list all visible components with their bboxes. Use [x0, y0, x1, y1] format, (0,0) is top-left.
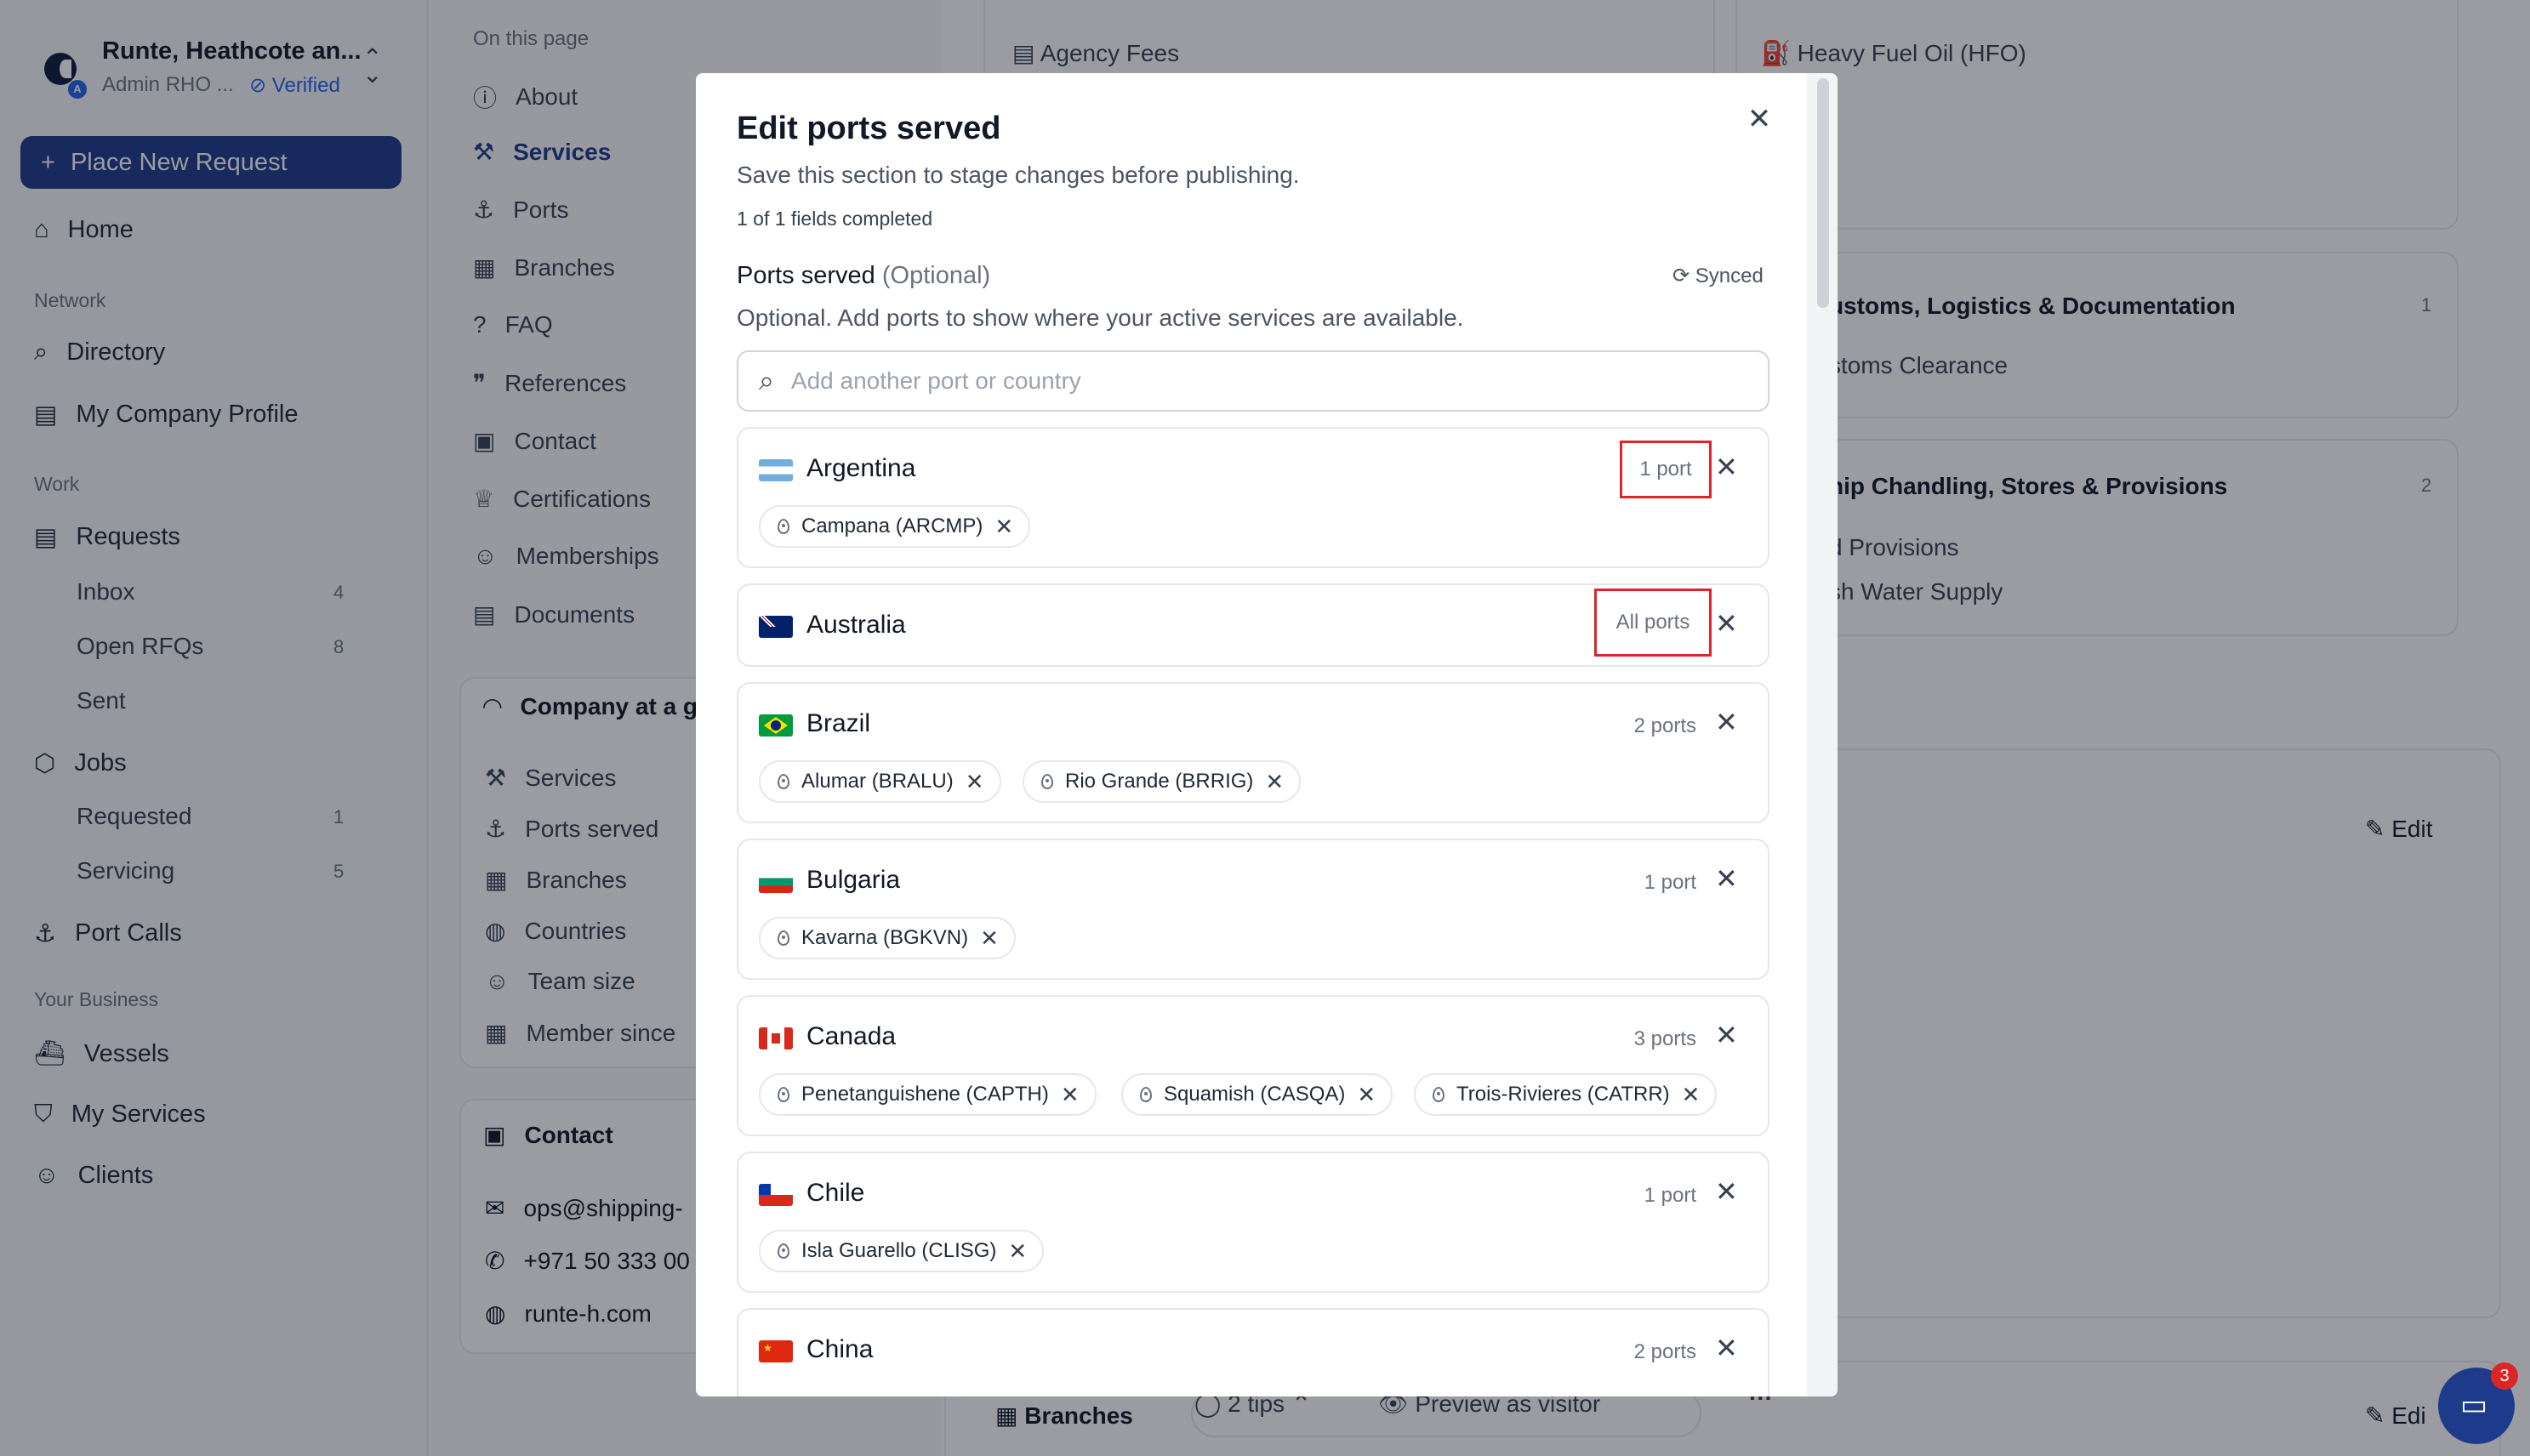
country-name: Argentina: [806, 454, 916, 482]
refresh-icon: ⟳: [1672, 264, 1690, 287]
search-icon: ⌕: [759, 365, 774, 395]
port-chip: Campana (ARCMP) ✕: [759, 505, 1031, 548]
port-chip: Alumar (BRALU) ✕: [759, 760, 1001, 803]
edit-ports-modal: Edit ports served Save this section to s…: [696, 73, 1838, 1396]
country-name: China: [806, 1335, 874, 1363]
port-count-selector[interactable]: 2 ports: [1589, 1340, 1696, 1364]
flag-chile-icon: [759, 1184, 793, 1206]
port-count-selector[interactable]: 1 port: [1589, 871, 1696, 895]
port-chip-label: Isla Guarello (CLISG): [801, 1239, 997, 1262]
port-count-selector[interactable]: 2 ports: [1589, 714, 1696, 738]
remove-port-icon[interactable]: ✕: [1682, 1082, 1701, 1108]
flag-brazil-icon: [759, 714, 793, 737]
country-card-bulgaria: Bulgaria 1 port ✕ Kavarna (BGKVN) ✕: [737, 839, 1769, 980]
search-placeholder: Add another port or country: [790, 367, 1081, 394]
remove-port-icon[interactable]: ✕: [980, 925, 999, 952]
map-pin-icon: [778, 519, 789, 534]
country-card-chile: Chile 1 port ✕ Isla Guarello (CLISG) ✕: [737, 1152, 1769, 1293]
map-pin-icon: [1433, 1087, 1444, 1102]
port-chip-label: Trois-Rivieres (CATRR): [1456, 1083, 1670, 1106]
port-chip-label: Alumar (BRALU): [801, 770, 954, 793]
remove-port-icon[interactable]: ✕: [1357, 1082, 1376, 1108]
port-chip: Rio Grande (BRRIG) ✕: [1023, 760, 1302, 803]
port-search-input[interactable]: ⌕ Add another port or country: [737, 350, 1769, 412]
country-card-brazil: Brazil 2 ports ✕ Alumar (BRALU) ✕ Rio Gra…: [737, 682, 1769, 823]
port-count-selector[interactable]: 3 ports: [1589, 1027, 1696, 1051]
field-help: Optional. Add ports to show where your a…: [737, 304, 1464, 331]
remove-port-icon[interactable]: ✕: [1265, 769, 1284, 795]
country-card-canada: Canada 3 ports ✕ Penetanguishene (CAPTH)…: [737, 995, 1769, 1136]
remove-country-icon[interactable]: ✕: [1715, 1332, 1738, 1364]
map-pin-icon: [1140, 1087, 1152, 1102]
port-chip: Trois-Rivieres (CATRR) ✕: [1414, 1073, 1718, 1116]
port-chip-label: Kavarna (BGKVN): [801, 926, 969, 949]
map-pin-icon: [778, 1087, 789, 1102]
map-pin-icon: [1041, 774, 1053, 789]
remove-country-icon[interactable]: ✕: [1715, 862, 1738, 895]
port-chip: Squamish (CASQA) ✕: [1121, 1073, 1393, 1116]
remove-country-icon[interactable]: ✕: [1715, 451, 1738, 483]
field-optional: (Optional): [881, 262, 991, 289]
remove-country-icon[interactable]: ✕: [1715, 1175, 1738, 1208]
country-name: Canada: [806, 1022, 897, 1050]
port-chip-label: Squamish (CASQA): [1164, 1083, 1346, 1106]
port-count-selector[interactable]: 1 port: [1589, 1184, 1696, 1208]
country-card-argentina: Argentina 1 port ✕ Campana (ARCMP) ✕: [737, 427, 1769, 568]
chat-icon: ▭: [2460, 1389, 2488, 1421]
flag-china-icon: ★: [759, 1340, 793, 1362]
port-count-selector[interactable]: 1 port: [1620, 441, 1712, 498]
country-name: Bulgaria: [806, 866, 901, 894]
port-count-selector[interactable]: All ports: [1594, 589, 1712, 657]
remove-country-icon[interactable]: ✕: [1715, 706, 1738, 738]
fields-progress: 1 of 1 fields completed: [737, 208, 933, 230]
chat-unread-badge: 3: [2491, 1362, 2518, 1390]
country-name: Chile: [806, 1179, 865, 1207]
modal-title: Edit ports served: [737, 111, 1001, 146]
remove-country-icon[interactable]: ✕: [1715, 607, 1738, 640]
flag-australia-icon: [759, 616, 793, 638]
remove-port-icon[interactable]: ✕: [994, 514, 1013, 540]
port-chip-label: Penetanguishene (CAPTH): [801, 1083, 1049, 1106]
port-chip-label: Rio Grande (BRRIG): [1065, 770, 1254, 793]
map-pin-icon: [778, 774, 789, 789]
map-pin-icon: [778, 930, 789, 946]
port-chip-label: Campana (ARCMP): [801, 515, 983, 537]
port-chip: Kavarna (BGKVN) ✕: [759, 917, 1016, 959]
modal-scrollbar-thumb[interactable]: [1817, 78, 1829, 308]
sync-status: ⟳ Synced: [1672, 264, 1764, 288]
field-label: Ports served (Optional): [737, 262, 990, 290]
port-chip: Isla Guarello (CLISG) ✕: [759, 1230, 1045, 1272]
sync-label: Synced: [1695, 264, 1764, 287]
close-icon[interactable]: ✕: [1742, 102, 1776, 136]
remove-port-icon[interactable]: ✕: [966, 769, 984, 795]
remove-port-icon[interactable]: ✕: [1061, 1082, 1080, 1108]
port-chip: Penetanguishene (CAPTH) ✕: [759, 1073, 1097, 1116]
country-card-china: ★ China 2 ports ✕: [737, 1308, 1769, 1396]
flag-canada-icon: [759, 1027, 793, 1049]
field-label-text: Ports served: [737, 262, 875, 289]
country-card-australia: Australia All ports ✕: [737, 583, 1769, 667]
remove-port-icon[interactable]: ✕: [1008, 1238, 1027, 1265]
country-name: Australia: [806, 611, 906, 639]
remove-country-icon[interactable]: ✕: [1715, 1019, 1738, 1051]
country-name: Brazil: [806, 709, 871, 737]
flag-argentina-icon: [759, 459, 793, 481]
modal-subtitle: Save this section to stage changes befor…: [737, 162, 1300, 188]
map-pin-icon: [778, 1243, 789, 1259]
flag-bulgaria-icon: [759, 871, 793, 893]
